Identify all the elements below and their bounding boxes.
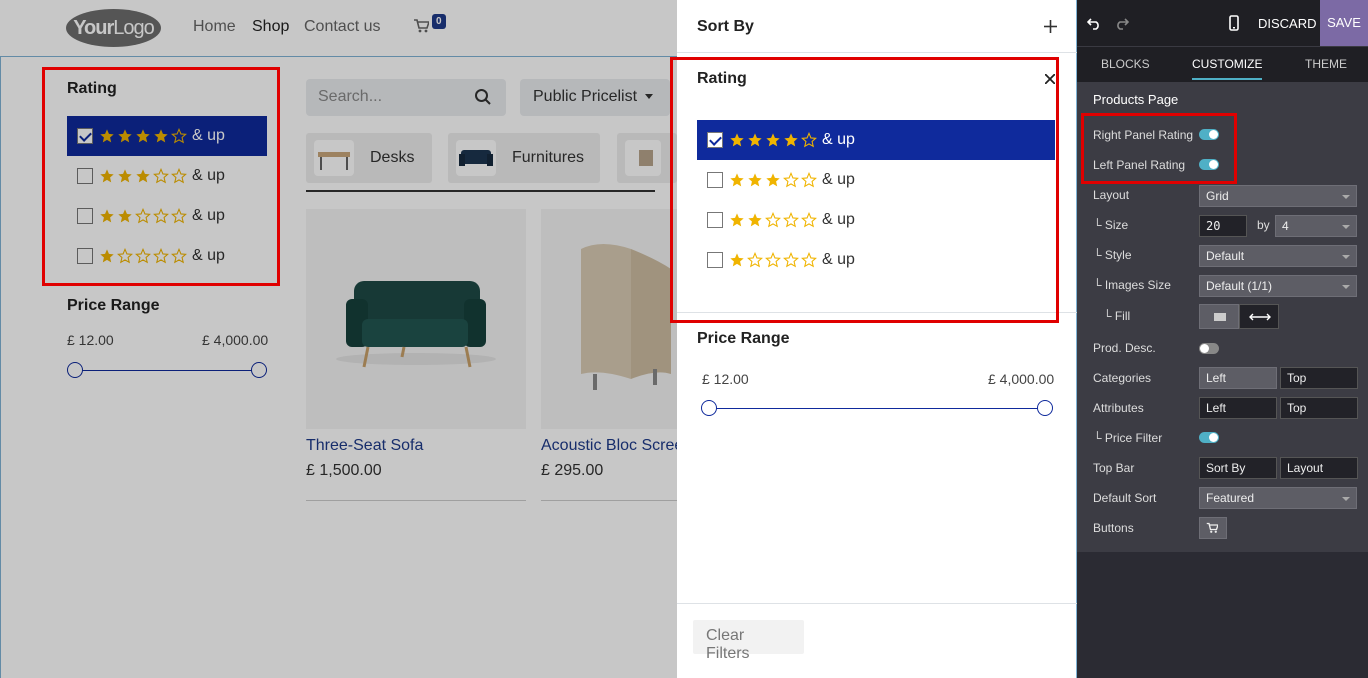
- arrows-horizontal-icon: [1249, 313, 1271, 321]
- buttons-label: Buttons: [1093, 521, 1134, 535]
- size-columns-select[interactable]: 4: [1275, 215, 1357, 237]
- top-bar-layout-option[interactable]: Layout: [1280, 457, 1358, 479]
- layout-label: Layout: [1093, 188, 1130, 202]
- redo-icon[interactable]: [1115, 16, 1129, 30]
- top-bar-sort-by-option[interactable]: Sort By: [1199, 457, 1277, 479]
- discard-button[interactable]: DISCARD: [1258, 16, 1317, 31]
- tab-theme[interactable]: THEME: [1305, 57, 1347, 71]
- cart-button-option[interactable]: [1199, 517, 1227, 539]
- default-sort-select[interactable]: Featured: [1199, 487, 1357, 509]
- fill-label: └ Fill: [1103, 309, 1131, 323]
- divider: [677, 52, 1077, 53]
- annotation-highlight-panel-toggles: [1081, 113, 1237, 184]
- images-size-label: └ Images Size: [1093, 278, 1171, 292]
- size-label: └ Size: [1093, 218, 1129, 232]
- top-bar-label: Top Bar: [1093, 461, 1135, 475]
- annotation-highlight-left-rating: [42, 67, 280, 286]
- price-slider-max-handle[interactable]: [1037, 400, 1053, 416]
- editor-toolbar: DISCARD SAVE: [1077, 0, 1368, 46]
- price-filter-label: └ Price Filter: [1093, 431, 1163, 445]
- default-sort-label: Default Sort: [1093, 491, 1157, 505]
- mobile-preview-icon[interactable]: [1229, 15, 1239, 31]
- columns-value: 4: [1282, 219, 1289, 233]
- price-min-label: £ 12.00: [702, 371, 749, 387]
- clear-filters-button[interactable]: Clear Filters: [693, 620, 804, 662]
- size-input[interactable]: 20: [1199, 215, 1247, 237]
- editor-tabs: BLOCKS CUSTOMIZE THEME: [1077, 46, 1368, 82]
- plus-icon[interactable]: [1044, 20, 1057, 33]
- attributes-left-option[interactable]: Left: [1199, 397, 1277, 419]
- images-size-select[interactable]: Default (1/1): [1199, 275, 1357, 297]
- categories-label: Categories: [1093, 371, 1152, 385]
- style-select[interactable]: Default: [1199, 245, 1357, 267]
- size-by-label: by: [1257, 218, 1270, 232]
- price-slider-min-handle[interactable]: [701, 400, 717, 416]
- style-label: └ Style: [1093, 248, 1132, 262]
- prod-desc-label: Prod. Desc.: [1093, 341, 1156, 355]
- style-value: Default: [1206, 249, 1245, 263]
- categories-top-option[interactable]: Top: [1280, 367, 1358, 389]
- website-editor-panel: DISCARD SAVE BLOCKS CUSTOMIZE THEME Prod…: [1077, 0, 1368, 678]
- divider: [677, 603, 1077, 604]
- layout-select[interactable]: Grid: [1199, 185, 1357, 207]
- fill-option-contain[interactable]: [1199, 304, 1239, 329]
- default-sort-value: Featured: [1206, 491, 1255, 505]
- prod-desc-toggle[interactable]: [1199, 343, 1219, 354]
- sort-by-heading[interactable]: Sort By: [697, 18, 754, 36]
- price-filter-toggle[interactable]: [1199, 432, 1219, 443]
- categories-left-option[interactable]: Left: [1199, 367, 1277, 389]
- price-max-label: £ 4,000.00: [988, 371, 1055, 387]
- layout-value: Grid: [1206, 189, 1229, 203]
- cart-icon: [1206, 522, 1219, 533]
- attributes-top-option[interactable]: Top: [1280, 397, 1358, 419]
- undo-icon[interactable]: [1087, 16, 1101, 30]
- price-slider-track: [709, 408, 1045, 409]
- attributes-label: Attributes: [1093, 401, 1144, 415]
- images-size-value: Default (1/1): [1206, 279, 1273, 293]
- price-range-heading: Price Range: [697, 330, 790, 347]
- tab-blocks[interactable]: BLOCKS: [1101, 57, 1150, 71]
- image-contain-icon: [1214, 313, 1226, 321]
- fill-option-cover[interactable]: [1239, 304, 1279, 329]
- section-title: Products Page: [1093, 92, 1179, 107]
- tab-customize[interactable]: CUSTOMIZE: [1192, 57, 1263, 80]
- save-button[interactable]: SAVE: [1320, 0, 1368, 46]
- annotation-highlight-right-rating: [670, 57, 1059, 323]
